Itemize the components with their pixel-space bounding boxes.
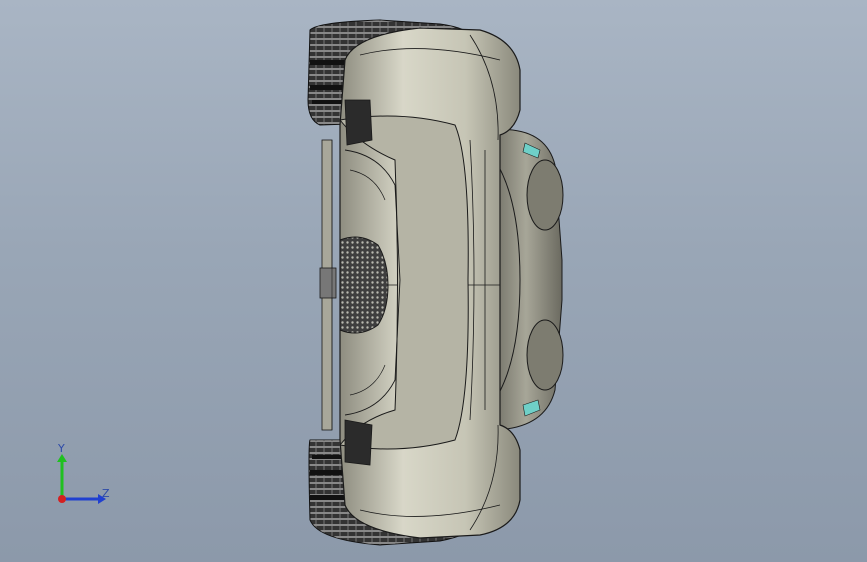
z-axis-label: Z xyxy=(102,487,110,500)
coordinate-triad: Y Z xyxy=(57,442,110,504)
rear-body xyxy=(489,128,564,431)
graphics-viewport[interactable]: Y Z xyxy=(0,0,867,562)
x-axis-dot xyxy=(58,495,66,503)
grille xyxy=(339,236,389,334)
y-axis-label: Y xyxy=(57,442,65,455)
chassis-edge xyxy=(319,139,337,431)
3d-model-view[interactable] xyxy=(0,0,867,562)
y-axis-arrowhead xyxy=(57,454,67,462)
